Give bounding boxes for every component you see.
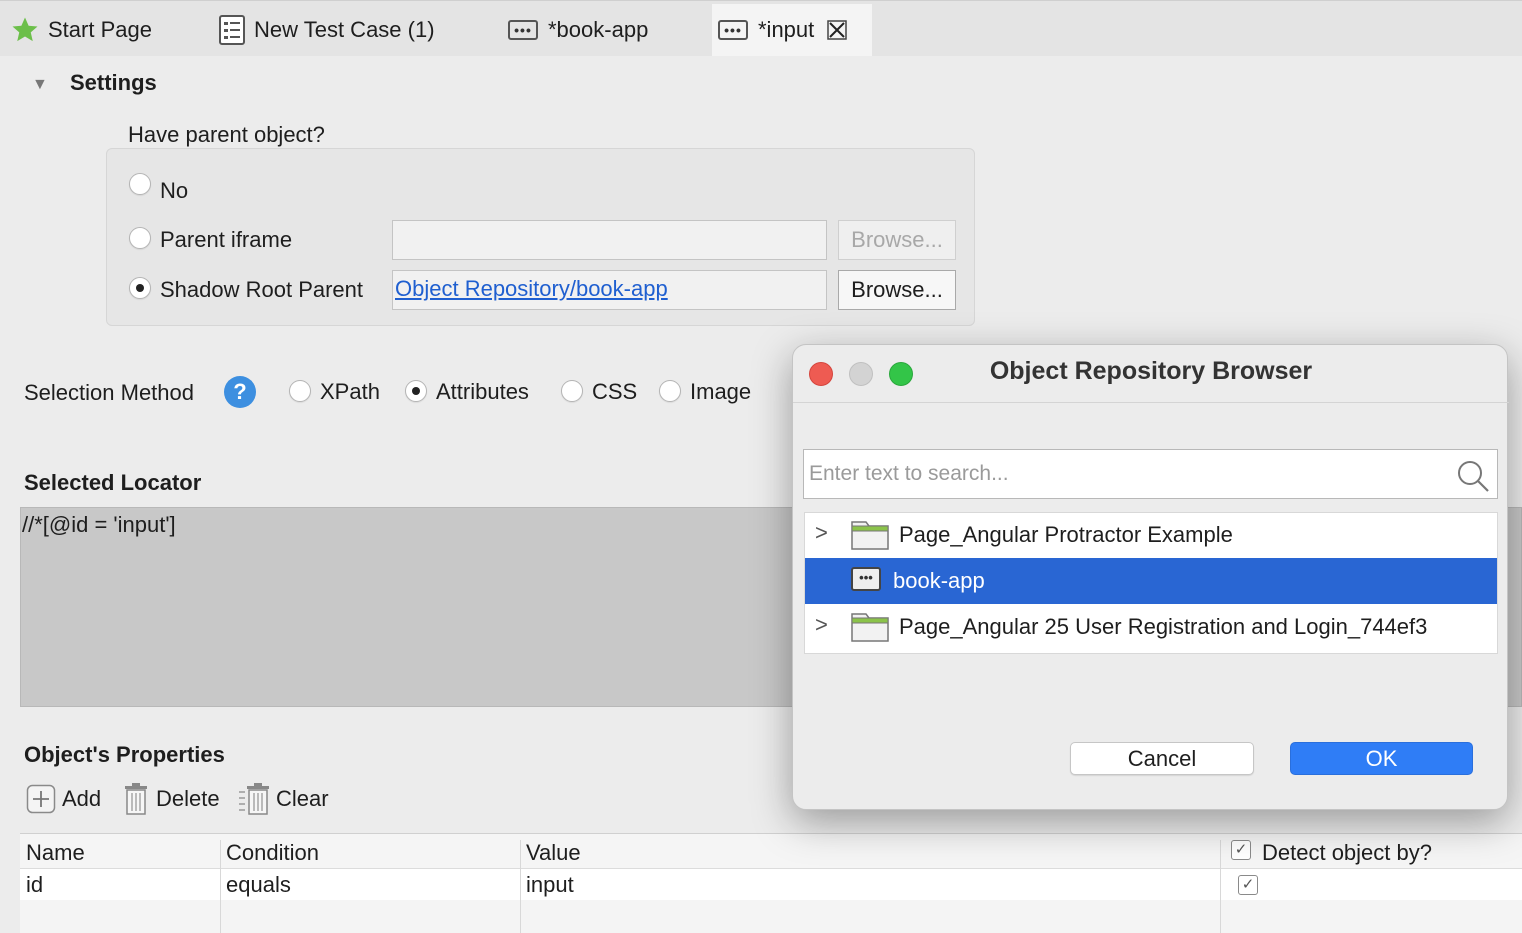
web-object-icon: •••	[851, 567, 881, 591]
ok-button[interactable]: OK	[1290, 742, 1473, 775]
settings-header: Settings	[70, 70, 157, 95]
tree-item-book-app[interactable]: ••• book-app	[805, 558, 1497, 604]
tab-label: Start Page	[48, 17, 152, 42]
parent-question-label: Have parent object?	[128, 122, 325, 147]
editor-tab-bar: Start Page New Test Case (1) ••• *book-a…	[0, 0, 1522, 56]
search-icon[interactable]	[1456, 459, 1490, 493]
delete-button[interactable]: Delete	[122, 782, 220, 816]
browse-shadow-root-button[interactable]: Browse...	[838, 270, 956, 310]
search-placeholder: Enter text to search...	[809, 462, 1009, 485]
locator-value: //*[@id = 'input']	[22, 512, 176, 537]
close-icon[interactable]	[826, 19, 848, 41]
shadow-root-link[interactable]: Object Repository/book-app	[395, 276, 668, 301]
tree-item-page-angular-protractor[interactable]: > Page_Angular Protractor Example	[805, 512, 1497, 558]
tab-label: New Test Case (1)	[254, 17, 435, 42]
selected-locator-header: Selected Locator	[24, 470, 202, 495]
web-object-icon: •••	[718, 20, 748, 40]
radio-image[interactable]	[659, 380, 681, 402]
radio-parent-iframe[interactable]	[129, 227, 151, 249]
cell-value[interactable]: input	[526, 872, 574, 898]
dialog-title: Object Repository Browser	[989, 357, 1313, 385]
chevron-right-icon[interactable]: >	[815, 612, 828, 638]
star-icon	[12, 17, 38, 42]
column-header-detect[interactable]: Detect object by?	[1262, 840, 1432, 866]
column-header-condition[interactable]: Condition	[226, 840, 319, 866]
tab-start-page[interactable]: Start Page	[10, 4, 152, 56]
tab-label: *book-app	[548, 17, 649, 42]
clear-label: Clear	[276, 786, 329, 811]
radio-xpath-label: XPath	[320, 379, 380, 404]
tree-item-label: book-app	[893, 568, 985, 593]
radio-image-label: Image	[690, 379, 752, 404]
column-header-name[interactable]: Name	[26, 840, 85, 866]
tab-new-test-case[interactable]: New Test Case (1)	[218, 4, 435, 56]
tree-item-label: Page_Angular Protractor Example	[899, 522, 1233, 547]
cancel-button[interactable]: Cancel	[1070, 742, 1254, 775]
browse-iframe-button[interactable]: Browse...	[838, 220, 956, 260]
parent-iframe-field[interactable]	[392, 220, 827, 260]
tab-input[interactable]: ••• *input	[712, 4, 872, 56]
radio-css-label: CSS	[592, 379, 638, 404]
object-repository-browser-dialog: Object Repository Browser Enter text to …	[792, 344, 1509, 810]
selection-method-label: Selection Method	[24, 380, 194, 405]
tab-label: *input	[758, 17, 815, 42]
help-icon[interactable]: ?	[224, 376, 256, 408]
shadow-root-field[interactable]: Object Repository/book-app	[392, 270, 827, 310]
properties-header: Object's Properties	[24, 742, 225, 767]
title-divider	[793, 402, 1509, 403]
radio-xpath[interactable]	[289, 380, 311, 402]
clear-button[interactable]: Clear	[238, 782, 329, 816]
radio-no-label: No	[160, 178, 189, 203]
radio-no[interactable]	[129, 173, 151, 195]
folder-icon	[851, 521, 889, 550]
radio-shadow-root-label: Shadow Root Parent	[160, 277, 364, 302]
clear-icon	[239, 783, 269, 815]
column-header-value[interactable]: Value	[526, 840, 581, 866]
radio-parent-iframe-label: Parent iframe	[160, 227, 293, 252]
radio-attributes-label: Attributes	[436, 379, 529, 404]
table-row-empty	[20, 900, 1522, 933]
tab-book-app[interactable]: ••• *book-app	[508, 4, 648, 56]
radio-attributes[interactable]	[405, 380, 427, 402]
search-input[interactable]: Enter text to search...	[803, 449, 1498, 499]
tree-item-label: Page_Angular 25 User Registration and Lo…	[899, 614, 1428, 639]
test-case-icon	[219, 15, 245, 45]
cell-condition[interactable]: equals	[226, 872, 291, 898]
detect-checkbox[interactable]: ✓	[1238, 875, 1258, 895]
collapse-triangle-icon[interactable]: ▼	[32, 76, 48, 94]
tree-item-page-angular-registration[interactable]: > Page_Angular 25 User Registration and …	[805, 604, 1497, 650]
folder-icon	[851, 613, 889, 642]
radio-shadow-root[interactable]	[129, 277, 151, 299]
add-icon	[26, 784, 56, 814]
web-object-icon: •••	[508, 20, 538, 40]
radio-css[interactable]	[561, 380, 583, 402]
properties-table: Name Condition Value ✓ Detect object by?…	[20, 833, 1522, 933]
detect-all-checkbox[interactable]: ✓	[1231, 840, 1251, 860]
chevron-right-icon[interactable]: >	[815, 520, 828, 546]
delete-label: Delete	[156, 786, 220, 811]
add-button[interactable]: Add	[26, 784, 101, 814]
add-label: Add	[62, 786, 102, 811]
cell-name[interactable]: id	[26, 872, 43, 898]
trash-icon	[125, 783, 147, 815]
